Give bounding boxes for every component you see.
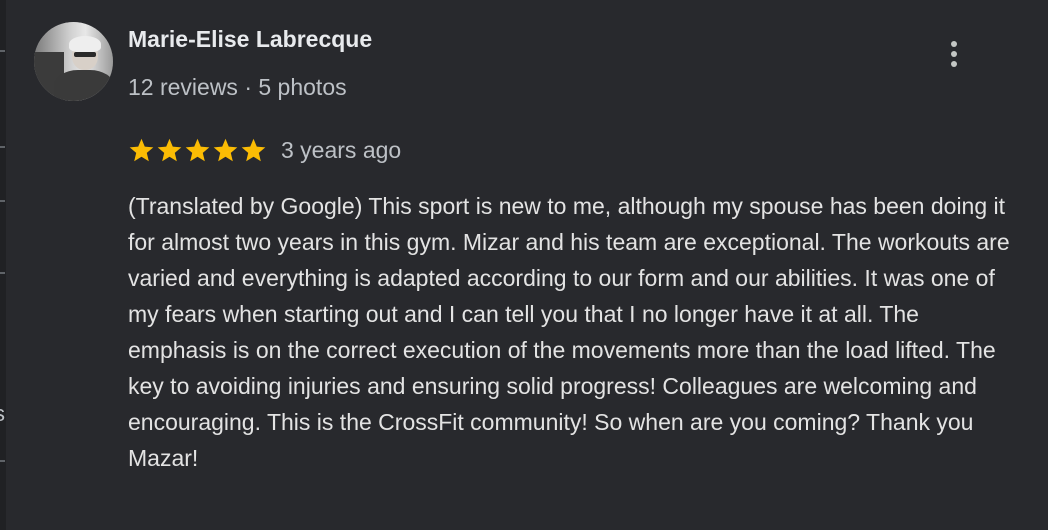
edge-tick xyxy=(0,146,5,148)
review-date: 3 years ago xyxy=(281,136,402,163)
star-icon xyxy=(184,137,211,164)
edge-tick xyxy=(0,460,5,462)
star-icon xyxy=(128,137,155,164)
rating-row: 3 years ago xyxy=(128,134,401,166)
star-icon xyxy=(212,137,239,164)
star-icon xyxy=(156,137,183,164)
more-options-button[interactable] xyxy=(934,34,974,74)
star-rating xyxy=(128,137,268,164)
edge-tick xyxy=(0,50,5,52)
edge-tick xyxy=(0,272,5,274)
star-icon xyxy=(240,137,267,164)
review-card: Marie-Elise Labrecque 12 reviews · 5 pho… xyxy=(6,0,1048,530)
reviewer-name[interactable]: Marie-Elise Labrecque xyxy=(128,26,372,53)
edge-tick xyxy=(0,200,5,202)
reviewer-meta: 12 reviews · 5 photos xyxy=(128,74,347,100)
review-text: (Translated by Google) This sport is new… xyxy=(128,193,1010,471)
edge-glyph: s xyxy=(0,401,5,427)
avatar[interactable] xyxy=(34,22,113,101)
